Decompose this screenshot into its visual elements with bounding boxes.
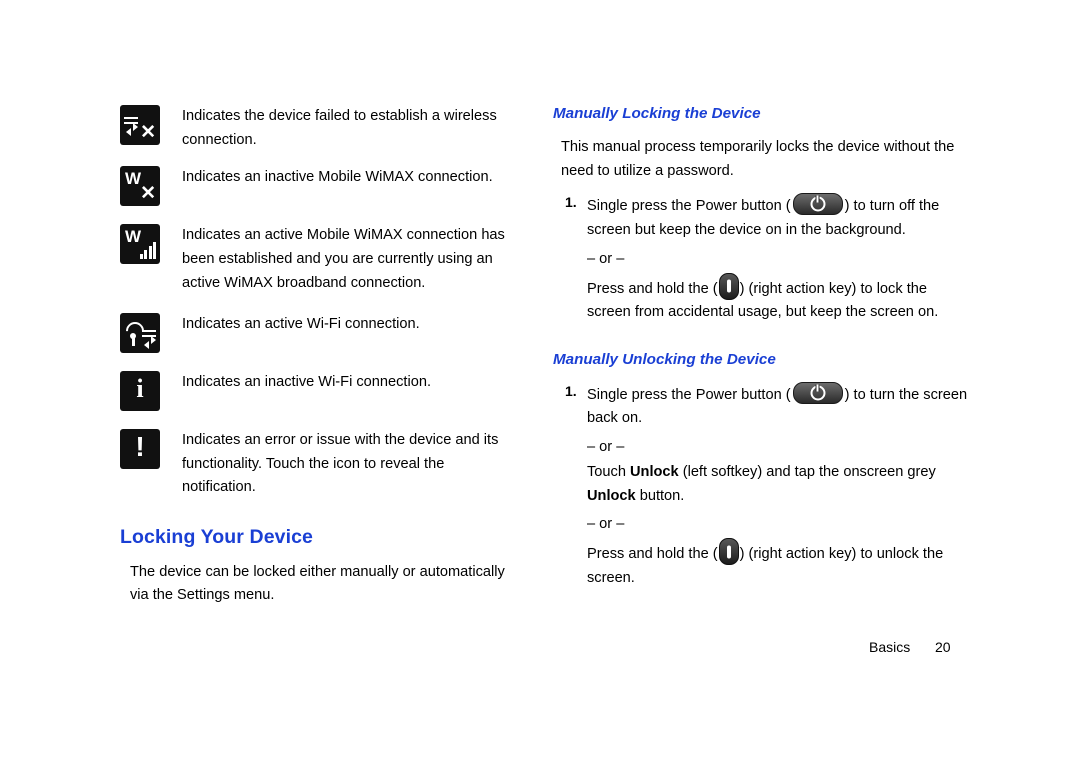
manual-lock-intro-paragraph: This manual process temporarily locks th… [561, 139, 955, 179]
icon-description-row: ! Indicates an error or issue with the d… [120, 429, 520, 500]
i-letter-glyph: i [136, 374, 144, 404]
icon-description-text: Indicates an inactive Mobile WiMAX conne… [182, 169, 493, 186]
subheading-manually-unlocking: Manually Unlocking the Device [553, 350, 776, 368]
icon-description-row: W Indicates an active Mobile WiMAX conne… [120, 224, 520, 295]
action-key-bar [726, 279, 731, 293]
section-heading-locking-your-device: Locking Your Device [120, 526, 313, 549]
section-paragraph: The device can be locked either manually… [130, 564, 505, 604]
wimax-active-icon: W [120, 224, 160, 265]
or-separator: – or – [587, 516, 625, 533]
wifi-stem [132, 334, 135, 347]
icon-cell: W [120, 224, 164, 265]
exclamation-glyph: ! [135, 431, 145, 463]
arrowhead-right [133, 123, 138, 131]
unlock-touch-instruction: Touch Unlock (left softkey) and tap the … [587, 461, 973, 508]
document-page: ✕ Indicates the device failed to establi… [0, 0, 1080, 771]
icon-cell: ! [120, 429, 164, 470]
unlock-touch-mid: (left softkey) and tap the onscreen grey [678, 464, 936, 481]
right-action-key-icon [718, 538, 739, 566]
step-text: Single press the Power button () to turn… [587, 381, 973, 431]
numbered-step: 1. Single press the Power button () to t… [565, 381, 973, 431]
w-letter-glyph: W [125, 169, 141, 189]
footer-page-number: 20 [935, 639, 951, 655]
wifi-active-icon [120, 313, 160, 354]
unlock-touch-pre: Touch [587, 464, 630, 481]
unlock-alt-part1: Press and hold the ( [587, 546, 718, 563]
wifi-inactive-icon: i [120, 371, 160, 412]
wimax-inactive-icon: W ✕ [120, 166, 160, 207]
step-text: Single press the Power button () to turn… [587, 193, 973, 242]
icon-description-row: W ✕ Indicates an inactive Mobile WiMAX c… [120, 166, 520, 207]
step-number: 1. [565, 382, 577, 399]
unlock-step-part1: Single press the Power button ( [587, 386, 791, 403]
right-column: Manually Locking the Device This manual … [553, 105, 973, 595]
w-letter-glyph: W [125, 227, 141, 247]
arrowhead-right [151, 336, 156, 345]
unlock-touch-end: button. [635, 487, 685, 504]
icon-cell [120, 313, 164, 354]
icon-description-row: i Indicates an inactive Wi-Fi connection… [120, 371, 520, 412]
power-symbol [810, 385, 826, 401]
numbered-step: 1. Single press the Power button () to t… [565, 193, 973, 242]
icon-description-row: ✕ Indicates the device failed to establi… [120, 105, 520, 152]
arrowhead-left [126, 128, 131, 136]
footer-section-label: Basics [869, 639, 911, 655]
lock-alt-instruction: Press and hold the () (right action key)… [587, 272, 973, 325]
action-key-bar [726, 545, 731, 559]
power-button-icon [792, 193, 843, 216]
error-notification-icon: ! [120, 429, 160, 470]
or-separator: – or – [587, 250, 625, 267]
power-button-icon [792, 381, 843, 404]
arrowhead-left [144, 341, 149, 350]
left-column: ✕ Indicates the device failed to establi… [120, 105, 520, 608]
signal-bars-glyph [139, 242, 156, 260]
icon-description-text: Indicates the device failed to establish… [182, 108, 497, 148]
right-action-key-icon [718, 272, 739, 300]
step-number: 1. [565, 194, 577, 211]
unlock-softkey-label: Unlock [630, 464, 679, 481]
arrows-glyph [124, 113, 140, 136]
x-mark-glyph: ✕ [140, 122, 156, 143]
icon-cell: i [120, 371, 164, 412]
subheading-manually-locking: Manually Locking the Device [553, 105, 761, 122]
arrows-glyph [142, 326, 158, 350]
icon-description-text: Indicates an error or issue with the dev… [182, 432, 499, 496]
icon-description-text: Indicates an active Wi-Fi connection. [182, 316, 420, 333]
or-separator: – or – [587, 439, 625, 456]
icon-description-text: Indicates an active Mobile WiMAX connect… [182, 227, 505, 291]
step-text-part1: Single press the Power button ( [587, 198, 791, 215]
wimax-failed-connection-icon: ✕ [120, 105, 160, 145]
page-footer: Basics 20 [869, 639, 951, 655]
icon-cell: ✕ [120, 105, 164, 145]
icon-description-text: Indicates an inactive Wi-Fi connection. [182, 374, 432, 391]
unlock-alt-instruction: Press and hold the () (right action key)… [587, 538, 973, 590]
icon-description-row: Indicates an active Wi-Fi connection. [120, 313, 520, 354]
lock-alt-part1: Press and hold the ( [587, 280, 718, 297]
power-symbol [810, 196, 826, 212]
wifi-signal-glyph [122, 318, 148, 347]
icon-cell: W ✕ [120, 166, 164, 207]
unlock-button-label: Unlock [587, 487, 636, 504]
x-mark-glyph: ✕ [140, 183, 156, 205]
